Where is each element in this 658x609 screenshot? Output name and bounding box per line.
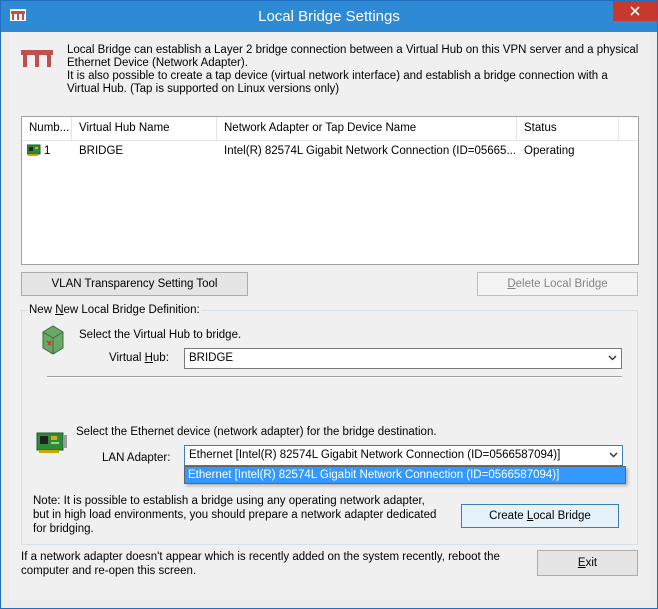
intro-line: Virtual Hub. (Tap is supported on Linux …: [67, 83, 340, 95]
row-number: 1: [44, 145, 51, 157]
close-button[interactable]: [613, 1, 657, 21]
lan-adapter-dropdown: Ethernet [Intel(R) 82574L Gigabit Networ…: [184, 466, 626, 484]
group-title: New New Local Bridge Definition:: [27, 304, 202, 316]
group-title-prefix: New: [29, 304, 56, 316]
dialog-client-area: Local Bridge can establish a Layer 2 bri…: [9, 32, 649, 600]
network-adapter-icon: [36, 432, 67, 453]
intro-line: Ethernet Device (Network Adapter).: [67, 57, 248, 69]
chevron-down-icon: [609, 452, 618, 458]
bridge-note: Note: It is possible to establish a brid…: [33, 494, 436, 536]
row-hub-name: BRIDGE: [79, 145, 124, 157]
group-title-accel: N: [55, 304, 64, 316]
local-bridge-list[interactable]: Numb... Virtual Hub Name Network Adapter…: [21, 116, 639, 265]
hub-select-prompt: Select the Virtual Hub to bridge.: [79, 329, 242, 341]
row-status: Operating: [524, 145, 575, 157]
note-line: but in high load environments, you shoul…: [33, 509, 437, 521]
virtual-hub-icon: [42, 325, 64, 355]
create-local-bridge-button[interactable]: Create Local Bridge: [461, 504, 619, 528]
footer-line: computer and re-open this screen.: [21, 565, 197, 577]
delete-accel-key: D: [507, 278, 516, 290]
intro-description: Local Bridge can establish a Layer 2 bri…: [67, 44, 639, 96]
window-title: Local Bridge Settings: [258, 8, 400, 25]
ethernet-select-prompt: Select the Ethernet device (network adap…: [76, 426, 437, 438]
footer-line: If a network adapter doesn't appear whic…: [21, 551, 500, 563]
lan-adapter-label: LAN Adapter:: [102, 452, 171, 464]
lan-adapter-value: Ethernet [Intel(R) 82574L Gigabit Networ…: [189, 449, 561, 461]
column-header-number[interactable]: Numb...: [22, 117, 72, 140]
chevron-down-icon: [608, 355, 617, 361]
exit-accel-key: E: [577, 557, 586, 569]
note-line: for bridging.: [33, 523, 94, 535]
exit-button[interactable]: Exit: [537, 550, 638, 576]
column-header-adapter[interactable]: Network Adapter or Tap Device Name: [217, 117, 517, 140]
create-label-rest: ocal Bridge: [533, 510, 591, 522]
exit-label-rest: xit: [585, 557, 598, 569]
column-header-status[interactable]: Status: [517, 117, 619, 140]
lan-adapter-select[interactable]: Ethernet [Intel(R) 82574L Gigabit Networ…: [184, 445, 623, 466]
vlan-transparency-tool-button[interactable]: VLAN Transparency Setting Tool: [21, 272, 248, 296]
column-header-hub[interactable]: Virtual Hub Name: [72, 117, 217, 140]
create-label-prefix: Create: [489, 510, 527, 522]
lan-adapter-option[interactable]: Ethernet [Intel(R) 82574L Gigabit Networ…: [185, 467, 625, 483]
virtual-hub-select[interactable]: BRIDGE: [184, 348, 622, 369]
footer-note: If a network adapter doesn't appear whic…: [21, 550, 500, 578]
delete-local-bridge-button[interactable]: Delete Local Bridge: [477, 272, 638, 296]
delete-label: elete Local Bridge: [515, 278, 608, 290]
list-header: Numb... Virtual Hub Name Network Adapter…: [22, 117, 638, 141]
hub-label-accel: H: [144, 352, 153, 364]
divider: [47, 376, 622, 378]
hub-label-prefix: Virtual: [109, 352, 145, 364]
local-bridge-settings-window: Local Bridge Settings Local Bridge can e…: [0, 0, 658, 609]
title-bar[interactable]: Local Bridge Settings: [1, 1, 657, 32]
table-row[interactable]: 1 BRIDGE Intel(R) 82574L Gigabit Network…: [22, 142, 638, 160]
intro-line: It is also possible to create a tap devi…: [67, 70, 608, 82]
group-title-rest: ew Local Bridge Definition:: [63, 304, 200, 316]
virtual-hub-value: BRIDGE: [189, 352, 234, 364]
virtual-hub-label: Virtual Hub:: [109, 352, 169, 364]
row-adapter-name: Intel(R) 82574L Gigabit Network Connecti…: [224, 145, 517, 157]
hub-label-rest: ub:: [152, 352, 169, 364]
close-icon: [630, 6, 640, 16]
local-bridge-icon: [21, 50, 53, 67]
note-line: Note: It is possible to establish a brid…: [33, 495, 425, 507]
intro-line: Local Bridge can establish a Layer 2 bri…: [67, 44, 639, 56]
